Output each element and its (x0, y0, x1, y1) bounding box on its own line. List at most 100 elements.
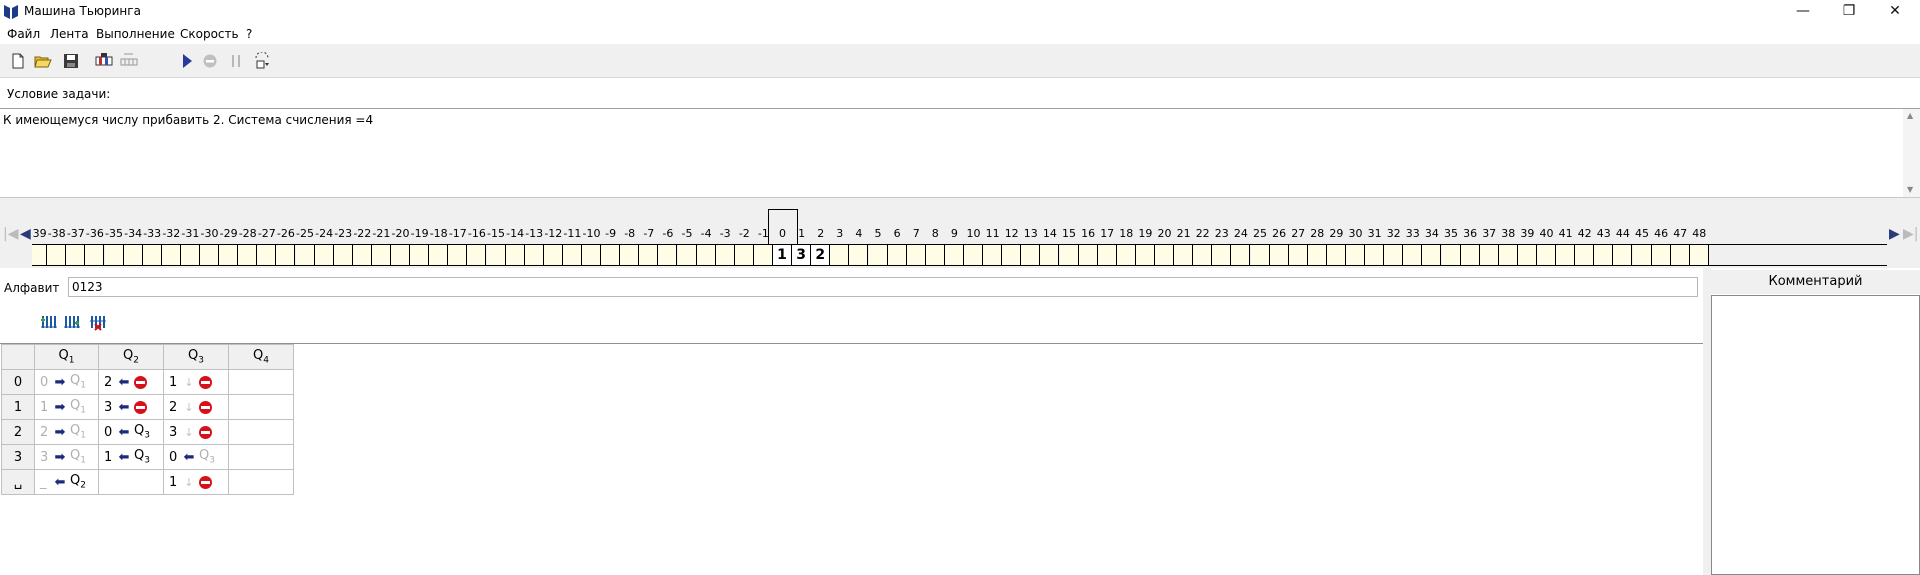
tape-cell[interactable] (1135, 245, 1155, 265)
command-cell[interactable]: 0 ⬅ Q3 (98, 419, 164, 445)
symbol-header[interactable]: 2 (1, 419, 35, 445)
menu-file[interactable]: Файл (7, 27, 40, 41)
tape-cell[interactable] (1365, 245, 1385, 265)
tape-cell[interactable] (238, 245, 258, 265)
command-cell[interactable]: 1 ↓ (163, 469, 229, 495)
symbol-header[interactable]: 0 (1, 369, 35, 395)
tape-cell[interactable] (1021, 245, 1041, 265)
tape-cell[interactable] (429, 245, 449, 265)
command-cell[interactable] (228, 469, 294, 495)
tape-cell[interactable] (983, 245, 1003, 265)
alphabet-input[interactable]: 0123 (68, 277, 1698, 297)
tape-cell[interactable] (276, 245, 296, 265)
tape-cell[interactable] (1498, 245, 1518, 265)
tape-cell[interactable] (66, 245, 86, 265)
tape-cell[interactable] (1078, 245, 1098, 265)
tape-cell[interactable] (1269, 245, 1289, 265)
tape-cell[interactable] (562, 245, 582, 265)
tape-cell[interactable] (219, 245, 239, 265)
menu-speed[interactable]: Скорость (180, 27, 239, 41)
tape-cell[interactable] (543, 245, 563, 265)
tape-cell[interactable] (1651, 245, 1671, 265)
tape-cell[interactable] (1613, 245, 1633, 265)
scroll-up-icon[interactable]: ▲ (1907, 111, 1913, 120)
tape-scroll-start-icon[interactable]: |◀ (3, 226, 18, 242)
tape-cell[interactable] (1422, 245, 1442, 265)
tape-cell[interactable] (1517, 245, 1537, 265)
tape-cell[interactable] (1594, 245, 1614, 265)
tape-cell[interactable] (964, 245, 983, 265)
state-header-q4[interactable]: Q4 (228, 344, 294, 370)
tape-cell[interactable] (734, 245, 754, 265)
tape-scroll-end-icon[interactable]: ▶| (1903, 226, 1918, 242)
command-cell[interactable]: 1 ⬅ Q3 (98, 444, 164, 470)
command-cell[interactable] (228, 394, 294, 420)
tape-cell[interactable] (1174, 245, 1194, 265)
menu-run[interactable]: Выполнение (96, 27, 175, 41)
tape-cell[interactable] (1288, 245, 1308, 265)
tape-cell[interactable] (352, 245, 372, 265)
task-scrollbar[interactable]: ▲ ▼ (1903, 109, 1920, 197)
command-cell[interactable] (228, 369, 294, 395)
tape-cell[interactable] (161, 245, 181, 265)
tape-cell[interactable] (257, 245, 277, 265)
tape-cell[interactable] (677, 245, 697, 265)
new-file-icon[interactable] (9, 52, 27, 70)
tape-clear-icon[interactable] (120, 52, 138, 70)
tape-cell[interactable] (1632, 245, 1652, 265)
tape-cell[interactable] (1250, 245, 1270, 265)
maximize-button[interactable]: ❐ (1826, 0, 1872, 24)
tape-cell[interactable] (1193, 245, 1213, 265)
tape-cell[interactable] (180, 245, 200, 265)
tape-cell[interactable] (620, 245, 640, 265)
tape-cell[interactable]: 3 (792, 245, 812, 265)
tape-cell[interactable] (868, 245, 888, 265)
open-folder-icon[interactable] (34, 52, 52, 70)
command-cell[interactable] (228, 444, 294, 470)
command-cell[interactable]: 0 ⬅ Q3 (163, 444, 229, 470)
tape-settings-icon[interactable] (95, 52, 113, 70)
add-state-icon[interactable] (40, 313, 58, 331)
tape-cell[interactable] (1670, 245, 1690, 265)
tape-cell[interactable] (601, 245, 621, 265)
tape-cell[interactable] (696, 245, 716, 265)
tape-cell[interactable] (944, 245, 964, 265)
tape-cell[interactable] (1307, 245, 1327, 265)
tape-cell[interactable] (505, 245, 525, 265)
tape-cell[interactable] (925, 245, 945, 265)
tape-cell[interactable] (1212, 245, 1232, 265)
command-cell[interactable]: 3 ↓ (163, 419, 229, 445)
command-cell[interactable]: _ ⬅ Q2 (34, 469, 99, 495)
tape-cell[interactable] (639, 245, 659, 265)
tape-cell[interactable] (1346, 245, 1365, 265)
splitter[interactable] (0, 198, 1920, 206)
tape-cell[interactable] (448, 245, 468, 265)
tape-cell[interactable] (410, 245, 430, 265)
stop-icon[interactable] (201, 52, 219, 70)
tape-cell[interactable] (524, 245, 544, 265)
tape-cell[interactable] (333, 245, 353, 265)
tape-cell[interactable] (1155, 245, 1174, 265)
tape-cell[interactable] (582, 245, 601, 265)
tape-cell[interactable]: 1 (773, 245, 792, 265)
tape-cell[interactable] (715, 245, 735, 265)
comment-textarea[interactable] (1711, 295, 1920, 575)
tape-cell[interactable] (887, 245, 907, 265)
step-icon[interactable] (253, 52, 271, 70)
close-button[interactable]: ✕ (1872, 0, 1918, 24)
vertical-splitter[interactable] (1703, 268, 1711, 575)
save-icon[interactable] (62, 52, 80, 70)
task-text-area[interactable]: К имеющемуся числу прибавить 2. Система … (0, 108, 1920, 198)
tape-cell[interactable] (1460, 245, 1480, 265)
tape-cell[interactable] (123, 245, 143, 265)
tape-cell[interactable] (47, 245, 67, 265)
tape-cell[interactable] (371, 245, 391, 265)
minimize-button[interactable]: — (1780, 0, 1826, 24)
state-header-q3[interactable]: Q3 (163, 344, 229, 370)
scroll-down-icon[interactable]: ▼ (1907, 185, 1913, 194)
tape-cell[interactable] (1231, 245, 1251, 265)
tape-scroll-right-icon[interactable]: ▶ (1889, 226, 1900, 242)
state-header-q2[interactable]: Q2 (98, 344, 164, 370)
tape-cell[interactable] (1059, 245, 1079, 265)
tape-cell[interactable] (849, 245, 869, 265)
